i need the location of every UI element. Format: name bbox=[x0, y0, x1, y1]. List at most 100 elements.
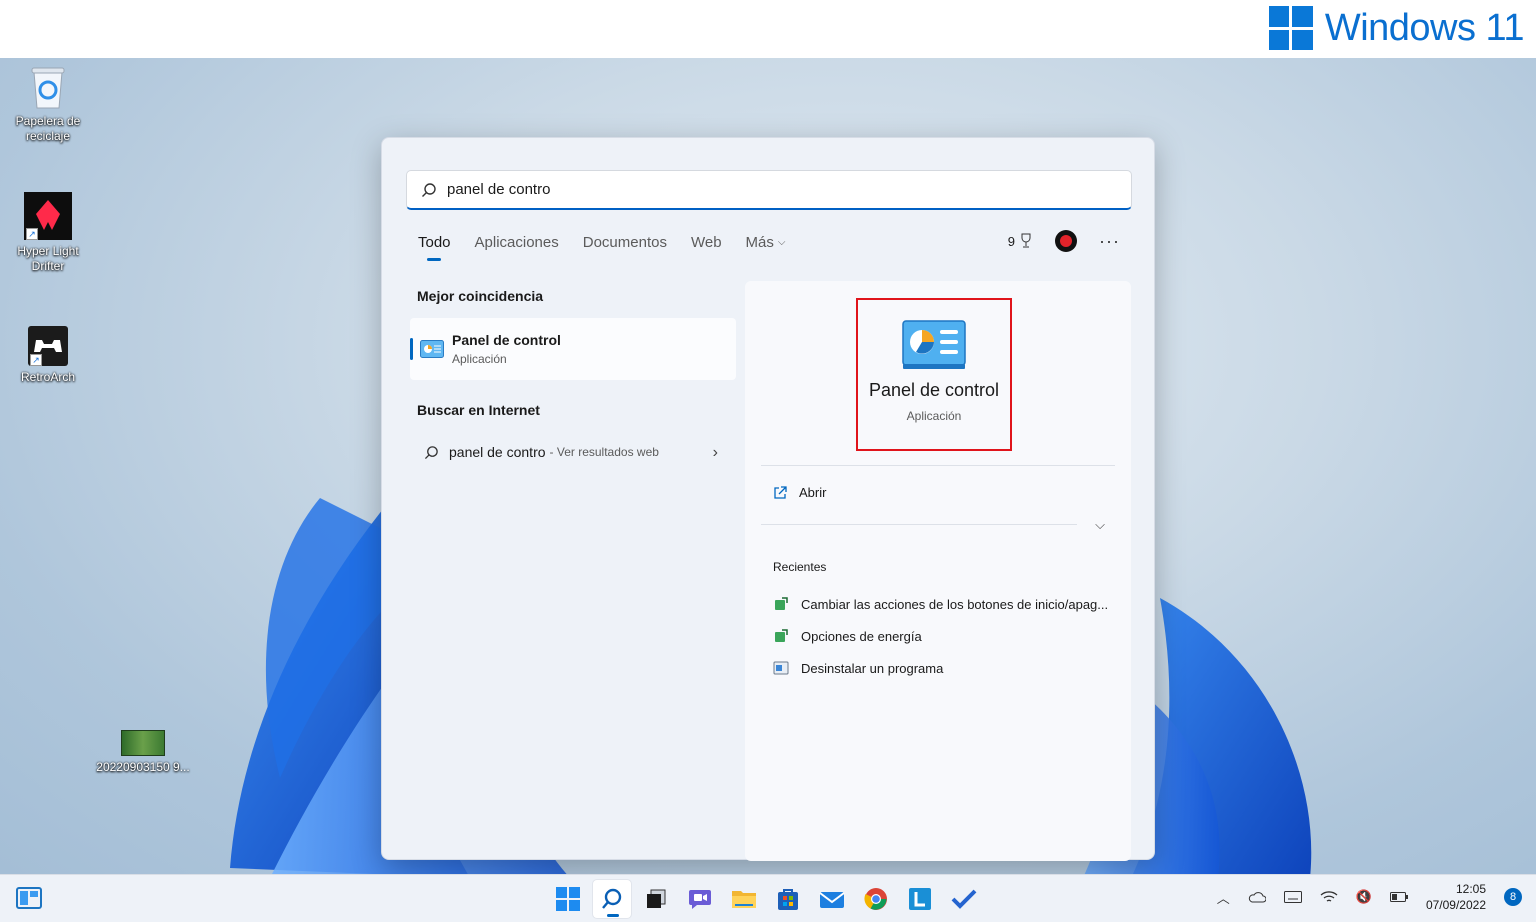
store-icon bbox=[778, 889, 798, 910]
onedrive-icon[interactable] bbox=[1248, 891, 1266, 903]
search-icon bbox=[422, 182, 436, 197]
best-match-item[interactable]: Panel de control Aplicación bbox=[410, 318, 736, 380]
desktop-icon-recycle-bin[interactable]: Papelera de reciclaje bbox=[0, 64, 96, 144]
todo-icon bbox=[951, 889, 977, 909]
recent-item[interactable]: Cambiar las acciones de los botones de i… bbox=[773, 596, 1108, 612]
task-view-button[interactable] bbox=[636, 879, 676, 919]
control-panel-icon bbox=[420, 340, 444, 358]
search-button[interactable] bbox=[592, 879, 632, 919]
retroarch-icon: ↗ bbox=[28, 326, 68, 366]
power-options-icon bbox=[775, 597, 788, 610]
recycle-bin-icon bbox=[31, 67, 65, 109]
best-match-type: Aplicación bbox=[452, 352, 507, 366]
mail-button[interactable] bbox=[812, 879, 852, 919]
chevron-up-icon[interactable]: ︿ bbox=[1217, 888, 1230, 907]
tab-todo[interactable]: Todo bbox=[418, 234, 451, 261]
result-detail-header: Panel de control Aplicación bbox=[856, 298, 1012, 451]
desktop-icon-label: 20220903150 9... bbox=[96, 760, 190, 774]
tab-aplicaciones[interactable]: Aplicaciones bbox=[475, 234, 559, 259]
app-l-icon bbox=[909, 888, 931, 910]
tab-label: Aplicaciones bbox=[474, 234, 559, 251]
app-l-button[interactable] bbox=[900, 879, 940, 919]
web-search-heading: Buscar en Internet bbox=[417, 402, 540, 418]
banner: Windows 11 bbox=[0, 0, 1536, 58]
chrome-button[interactable] bbox=[856, 879, 896, 919]
control-panel-icon bbox=[902, 320, 966, 369]
open-action[interactable]: Abrir bbox=[773, 485, 826, 500]
windows-logo-icon bbox=[1268, 6, 1313, 50]
recent-item-label: Cambiar las acciones de los botones de i… bbox=[801, 596, 1109, 612]
open-action-label: Abrir bbox=[799, 485, 827, 500]
battery-icon[interactable] bbox=[1389, 891, 1408, 903]
search-icon bbox=[602, 888, 622, 909]
result-detail-pane: Panel de control Aplicación Abrir ⌵ Reci… bbox=[745, 281, 1131, 861]
result-detail-name: Panel de control bbox=[868, 380, 1000, 400]
todo-button[interactable] bbox=[944, 879, 984, 919]
avatar[interactable] bbox=[1055, 230, 1078, 252]
clock-time: 12:05 bbox=[1455, 882, 1486, 896]
expand-chevron-icon[interactable]: ⌵ bbox=[1095, 517, 1105, 533]
more-options-icon[interactable]: ··· bbox=[1099, 231, 1120, 252]
uninstall-program-icon bbox=[773, 661, 789, 675]
result-detail-type: Aplicación bbox=[906, 409, 962, 423]
desktop-icon-retroarch[interactable]: ↗ RetroArch bbox=[0, 326, 96, 385]
desktop-icon-hyper-light-drifter[interactable]: ↗ Hyper Light Drifter bbox=[0, 192, 96, 274]
keyboard-icon[interactable] bbox=[1283, 891, 1302, 903]
web-search-item[interactable]: panel de contro - Ver resultados web › bbox=[410, 432, 736, 472]
search-box[interactable] bbox=[406, 170, 1132, 210]
chat-button[interactable] bbox=[680, 879, 720, 919]
clock[interactable]: 12:05 07/09/2022 bbox=[1426, 881, 1486, 913]
web-search-hint: - Ver resultados web bbox=[549, 445, 659, 459]
store-button[interactable] bbox=[768, 879, 808, 919]
notification-badge[interactable]: 8 bbox=[1504, 888, 1522, 906]
tab-documentos[interactable]: Documentos bbox=[583, 234, 667, 259]
desktop-icon-label: Papelera de reciclaje bbox=[15, 114, 81, 143]
recent-item[interactable]: Desinstalar un programa bbox=[773, 660, 943, 676]
best-match-name: Panel de control bbox=[452, 332, 561, 348]
tab-label: Documentos bbox=[582, 234, 667, 251]
widgets-button[interactable] bbox=[16, 887, 42, 914]
results-list: Mejor coincidencia Panel de control Apli… bbox=[410, 288, 736, 472]
clock-date: 07/09/2022 bbox=[1425, 898, 1486, 912]
task-view-icon bbox=[647, 889, 666, 908]
widgets-icon bbox=[16, 887, 42, 909]
shortcut-arrow-icon: ↗ bbox=[30, 354, 42, 366]
chat-icon bbox=[689, 890, 711, 909]
search-tabs: Todo Aplicaciones Documentos Web Más ⌵ bbox=[418, 234, 786, 261]
start-search-panel: Todo Aplicaciones Documentos Web Más⌵ 9 … bbox=[381, 137, 1155, 861]
image-thumbnail-icon bbox=[121, 730, 165, 756]
chrome-icon bbox=[864, 888, 887, 910]
shortcut-arrow-icon: ↗ bbox=[26, 228, 38, 240]
start-button[interactable] bbox=[548, 879, 588, 919]
tab-label: Todo bbox=[418, 234, 451, 251]
file-explorer-button[interactable] bbox=[724, 879, 764, 919]
tab-mas[interactable]: Más ⌵ bbox=[746, 234, 786, 259]
recent-item-label: Desinstalar un programa bbox=[801, 660, 944, 676]
rewards-points[interactable]: 9 bbox=[1008, 233, 1033, 249]
desktop-icon-label: Hyper Light Drifter bbox=[17, 244, 79, 273]
hyper-light-drifter-icon: ↗ bbox=[24, 192, 72, 240]
chevron-right-icon: › bbox=[712, 444, 718, 461]
brand-text: Windows 11 bbox=[1324, 7, 1525, 49]
divider bbox=[761, 524, 1077, 525]
system-tray: ︿ 🔇 12:05 07/09/2022 8 bbox=[1217, 881, 1522, 913]
divider bbox=[761, 465, 1115, 466]
volume-muted-icon[interactable]: 🔇 bbox=[1356, 889, 1372, 905]
chevron-down-icon: ⌵ bbox=[777, 237, 786, 248]
points-count: 9 bbox=[1007, 233, 1016, 249]
search-input[interactable] bbox=[447, 181, 1087, 198]
taskbar-apps bbox=[548, 879, 984, 919]
start-icon bbox=[556, 887, 580, 911]
wifi-icon[interactable] bbox=[1320, 890, 1338, 904]
desktop-icon-screenshot[interactable]: 20220903150 9... bbox=[95, 730, 191, 775]
file-explorer-icon bbox=[732, 891, 756, 908]
taskbar: ︿ 🔇 12:05 07/09/2022 8 bbox=[0, 874, 1536, 922]
mail-icon bbox=[819, 892, 845, 908]
web-search-query: panel de contro bbox=[449, 444, 546, 460]
windows-11-brand: Windows 11 bbox=[1268, 6, 1525, 50]
best-match-heading: Mejor coincidencia bbox=[417, 288, 544, 304]
trophy-icon bbox=[1021, 233, 1031, 248]
recent-item[interactable]: Opciones de energía bbox=[773, 628, 922, 644]
tab-web[interactable]: Web bbox=[691, 234, 722, 259]
desktop-icon-label: RetroArch bbox=[20, 370, 76, 384]
